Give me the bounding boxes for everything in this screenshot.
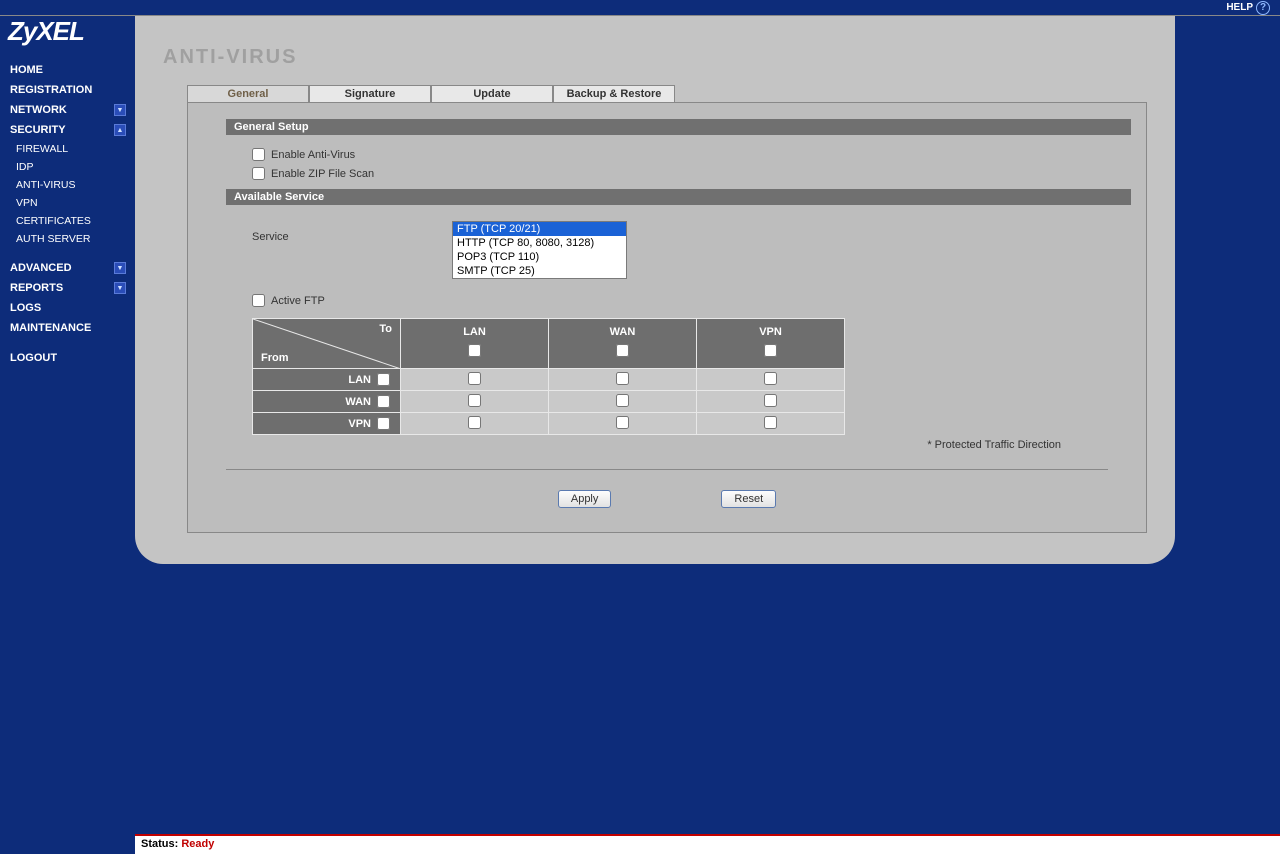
matrix-cell (697, 413, 845, 435)
section-available-service: Available Service (226, 189, 1131, 205)
service-option[interactable]: FTP (TCP 20/21) (453, 222, 626, 236)
enable-antivirus-checkbox[interactable] (252, 148, 265, 161)
nav-reports[interactable]: REPORTS ▼ (8, 278, 128, 298)
reset-button[interactable]: Reset (721, 490, 776, 508)
chevron-down-icon: ▼ (114, 282, 126, 294)
subnav-vpn[interactable]: VPN (8, 194, 128, 212)
nav-label: SECURITY (10, 124, 66, 136)
matrix-to-label: To (379, 323, 392, 335)
nav-home[interactable]: HOME (8, 60, 128, 80)
matrix-col-header: WAN (549, 319, 697, 369)
matrix-row-checkbox[interactable] (377, 373, 390, 386)
matrix-row-header: VPN (253, 413, 401, 435)
matrix-col-checkbox[interactable] (764, 344, 777, 357)
enable-antivirus-label: Enable Anti-Virus (271, 149, 355, 161)
nav-label: REPORTS (10, 282, 63, 294)
apply-button[interactable]: Apply (558, 490, 612, 508)
matrix-cell-checkbox[interactable] (764, 394, 777, 407)
section-general-setup: General Setup (226, 119, 1131, 135)
matrix-cell-checkbox[interactable] (468, 394, 481, 407)
traffic-matrix: ToFromLANWANVPNLANWANVPN (252, 318, 845, 435)
matrix-cell-checkbox[interactable] (468, 416, 481, 429)
nav-security[interactable]: SECURITY ▲ (8, 120, 128, 140)
nav-network[interactable]: NETWORK ▼ (8, 100, 128, 120)
matrix-row-header: LAN (253, 369, 401, 391)
nav-label: MAINTENANCE (10, 322, 91, 334)
matrix-row-header: WAN (253, 391, 401, 413)
nav-advanced[interactable]: ADVANCED ▼ (8, 258, 128, 278)
nav-label: HOME (10, 64, 43, 76)
page-title: ANTI-VIRUS (163, 46, 1147, 69)
matrix-cell (549, 391, 697, 413)
service-option[interactable]: POP3 (TCP 110) (453, 250, 626, 264)
matrix-cell-checkbox[interactable] (764, 416, 777, 429)
matrix-cell-checkbox[interactable] (468, 372, 481, 385)
help-link[interactable]: HELP ? (1226, 1, 1270, 15)
matrix-row-checkbox[interactable] (377, 395, 390, 408)
matrix-cell-checkbox[interactable] (616, 416, 629, 429)
active-ftp-checkbox[interactable] (252, 294, 265, 307)
nav-label: ADVANCED (10, 262, 72, 274)
enable-zip-label: Enable ZIP File Scan (271, 168, 374, 180)
matrix-cell (401, 369, 549, 391)
subnav-auth-server[interactable]: AUTH SERVER (8, 230, 128, 248)
matrix-col-header: VPN (697, 319, 845, 369)
status-label: Status: (141, 838, 178, 850)
footnote: * Protected Traffic Direction (208, 439, 1061, 451)
chevron-down-icon: ▼ (114, 104, 126, 116)
tab-row: GeneralSignatureUpdateBackup & Restore (187, 85, 1147, 102)
tab-update[interactable]: Update (431, 85, 553, 102)
service-option[interactable]: HTTP (TCP 80, 8080, 3128) (453, 236, 626, 250)
matrix-corner: To From (253, 319, 401, 369)
nav-registration[interactable]: REGISTRATION (8, 80, 128, 100)
brand-logo: ZyXEL (8, 16, 84, 47)
help-icon: ? (1256, 1, 1270, 15)
active-ftp-label: Active FTP (271, 295, 325, 307)
nav-label: LOGS (10, 302, 41, 314)
matrix-col-header: LAN (401, 319, 549, 369)
help-label: HELP (1226, 2, 1253, 13)
nav-label: REGISTRATION (10, 84, 92, 96)
nav-logout[interactable]: LOGOUT (8, 348, 128, 368)
tab-signature[interactable]: Signature (309, 85, 431, 102)
enable-zip-checkbox[interactable] (252, 167, 265, 180)
chevron-down-icon: ▼ (114, 262, 126, 274)
chevron-up-icon: ▲ (114, 124, 126, 136)
matrix-cell-checkbox[interactable] (616, 372, 629, 385)
nav-maintenance[interactable]: MAINTENANCE (8, 318, 128, 338)
matrix-cell-checkbox[interactable] (616, 394, 629, 407)
matrix-cell (401, 413, 549, 435)
subnav-certificates[interactable]: CERTIFICATES (8, 212, 128, 230)
matrix-cell (549, 413, 697, 435)
divider (226, 469, 1108, 470)
tab-backup-restore[interactable]: Backup & Restore (553, 85, 675, 102)
matrix-cell (401, 391, 549, 413)
status-value: Ready (181, 838, 214, 850)
service-label: Service (252, 221, 452, 243)
content-panel: ANTI-VIRUS GeneralSignatureUpdateBackup … (135, 16, 1175, 564)
tab-general[interactable]: General (187, 85, 309, 102)
sidebar: HOME REGISTRATION NETWORK ▼ SECURITY ▲ FIREWAL… (8, 60, 128, 368)
matrix-cell-checkbox[interactable] (764, 372, 777, 385)
matrix-cell (697, 391, 845, 413)
service-option[interactable]: SMTP (TCP 25) (453, 264, 626, 278)
subnav-anti-virus[interactable]: ANTI-VIRUS (8, 176, 128, 194)
nav-label: LOGOUT (10, 352, 57, 364)
tab-content: General Setup Enable Anti-Virus Enable Z… (187, 102, 1147, 533)
service-listbox[interactable]: FTP (TCP 20/21)HTTP (TCP 80, 8080, 3128)… (452, 221, 627, 279)
subnav-idp[interactable]: IDP (8, 158, 128, 176)
matrix-col-checkbox[interactable] (616, 344, 629, 357)
subnav-firewall[interactable]: FIREWALL (8, 140, 128, 158)
nav-logs[interactable]: LOGS (8, 298, 128, 318)
status-bar: Status: Ready (135, 834, 1280, 854)
matrix-cell (697, 369, 845, 391)
nav-label: NETWORK (10, 104, 67, 116)
matrix-cell (549, 369, 697, 391)
matrix-col-checkbox[interactable] (468, 344, 481, 357)
matrix-from-label: From (261, 352, 289, 364)
matrix-row-checkbox[interactable] (377, 417, 390, 430)
